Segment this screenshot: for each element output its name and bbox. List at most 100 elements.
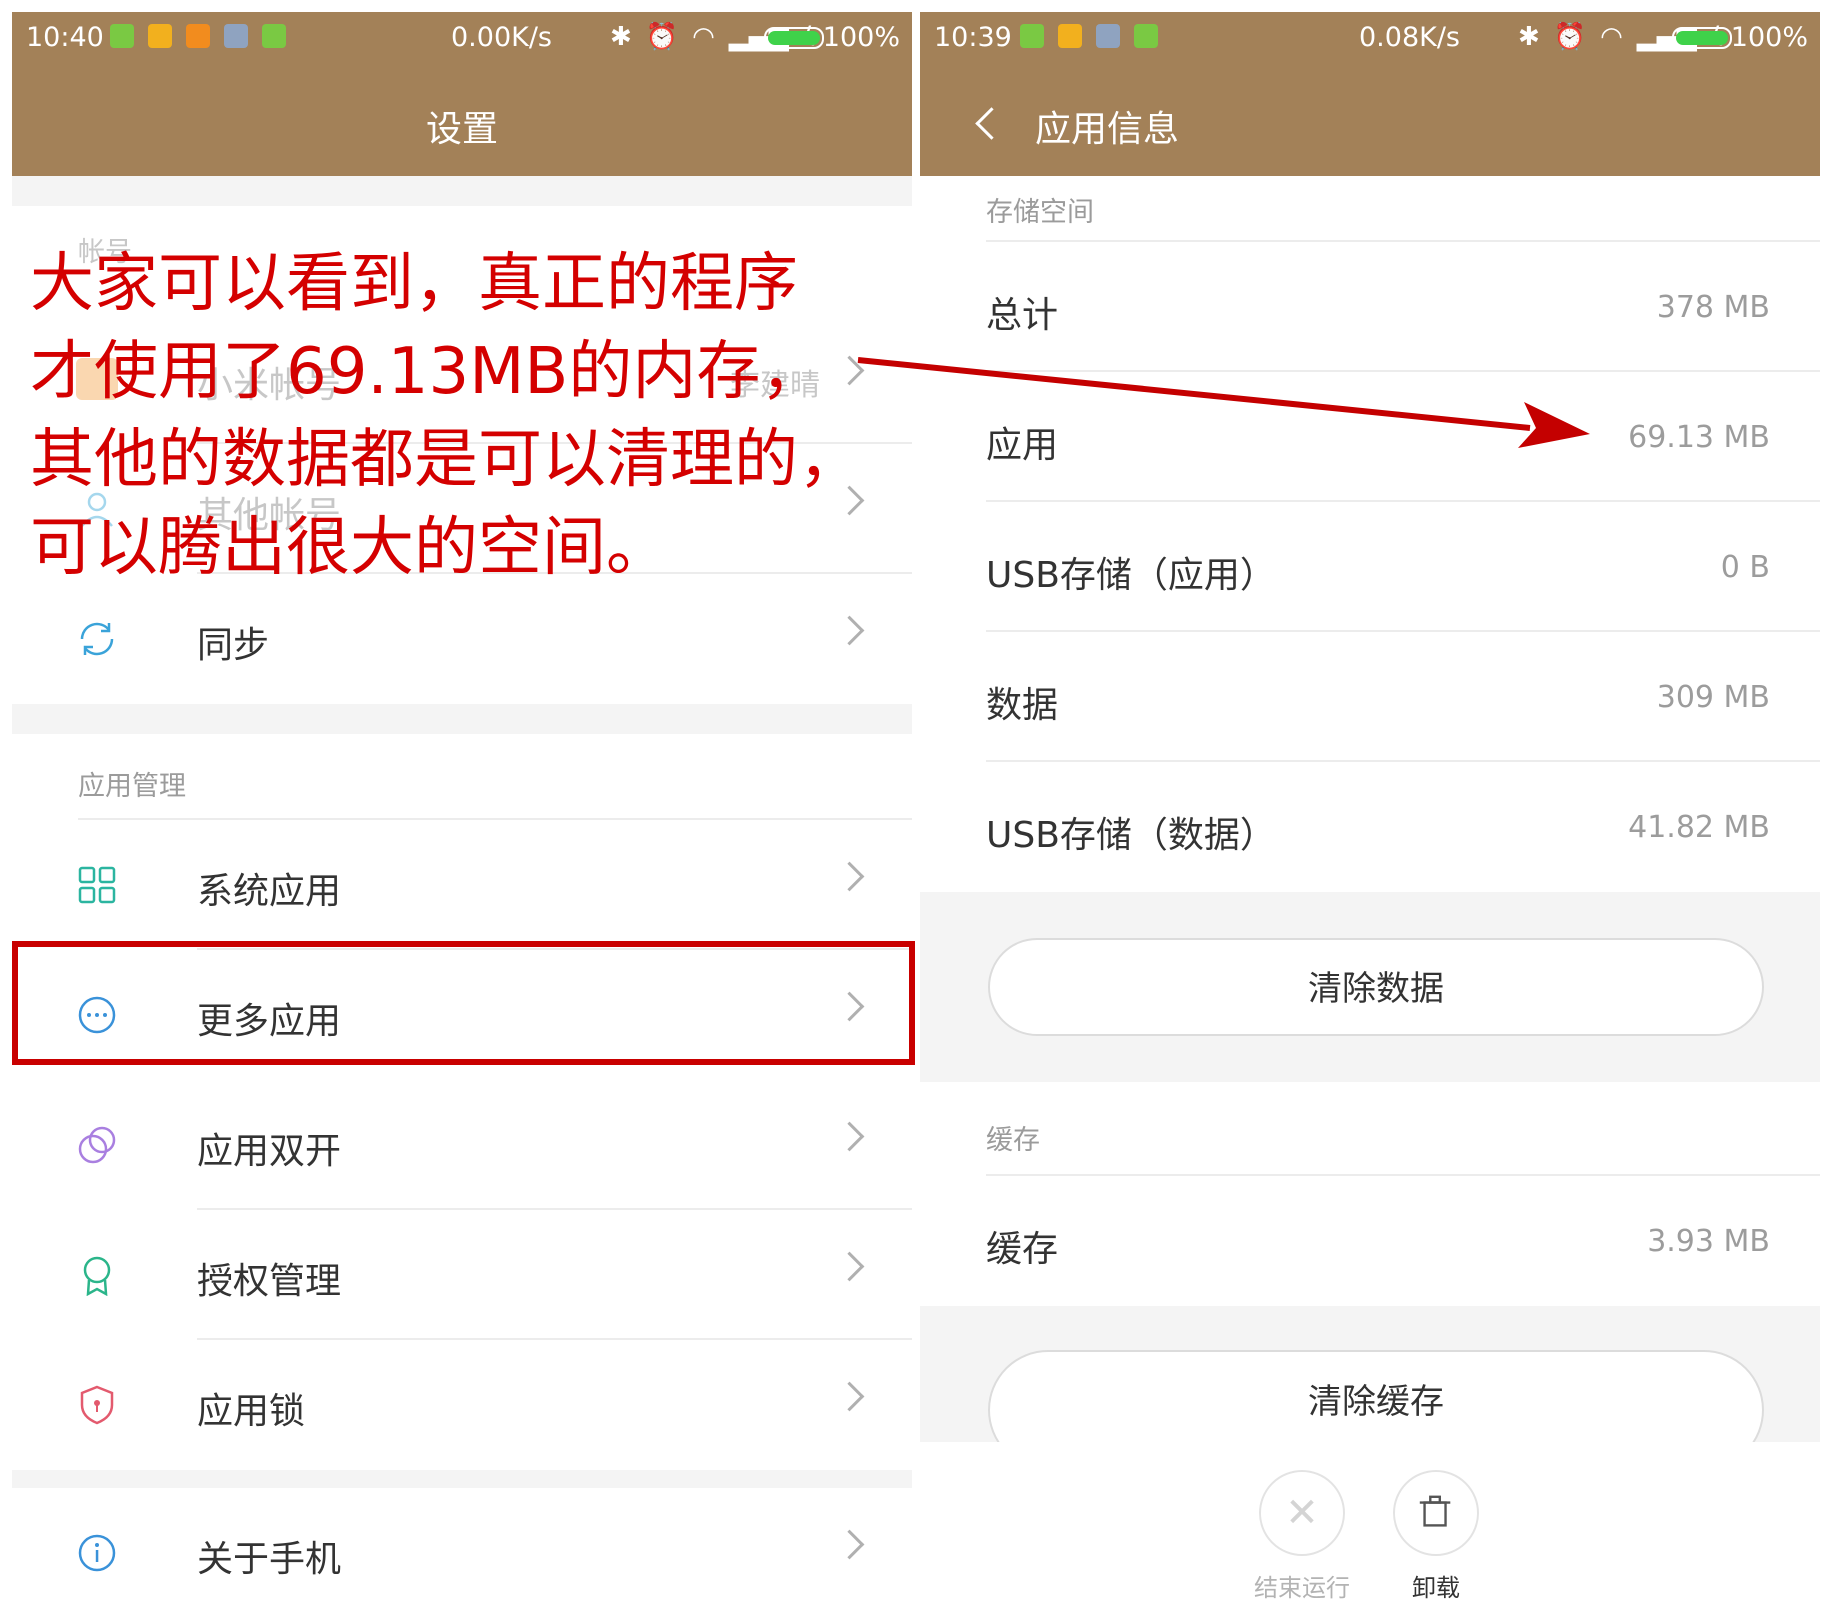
storage-value: 0 B (1720, 550, 1770, 585)
app-notification-icon (224, 24, 248, 48)
section-gap (12, 1470, 912, 1488)
badge-icon (83, 1256, 111, 1296)
storage-label: USB存储（应用） (986, 555, 1276, 596)
weibo-notification-icon (148, 24, 172, 48)
annotation-line: 可以腾出很大的空间。 (30, 511, 670, 585)
weibo-notification-icon (1058, 24, 1082, 48)
wifi-icon: ◠ (1600, 22, 1623, 52)
settings-item-sync[interactable]: 同步 (12, 574, 912, 704)
annotation-text: 大家可以看到，真正的程序 才使用了69.13MB的内存， 其他的数据都是可以清理… (30, 240, 910, 592)
storage-section-header: 存储空间 (920, 176, 1820, 242)
status-time: 10:39 (934, 22, 1012, 53)
settings-item-label: 同步 (197, 625, 270, 666)
settings-item-label: 授权管理 (197, 1261, 342, 1302)
storage-row-total: 总计 378 MB (920, 242, 1820, 372)
notification-icons (110, 24, 286, 48)
settings-item-label: 应用双开 (197, 1131, 342, 1172)
bluetooth-icon: ✱ (609, 22, 632, 52)
annotation-line: 大家可以看到，真正的程序 (30, 247, 798, 321)
storage-value: 41.82 MB (1628, 810, 1770, 845)
storage-value: 309 MB (1656, 680, 1770, 715)
storage-section-label: 存储空间 (986, 197, 1094, 228)
shield-icon (80, 1385, 114, 1425)
uninstall-button[interactable] (1393, 1470, 1479, 1556)
clear-cache-area: 清除缓存 (920, 1306, 1820, 1470)
cache-section-label: 缓存 (986, 1125, 1040, 1156)
alarm-icon: ⏰ (645, 22, 679, 52)
force-stop-label: 结束运行 (1254, 1574, 1350, 1602)
shield-notification-icon (110, 24, 134, 48)
shield-notification-icon (1020, 24, 1044, 48)
chevron-right-icon (834, 1251, 865, 1282)
dual-circle-icon (78, 1126, 116, 1164)
status-time: 10:40 (26, 22, 104, 53)
cache-row: 缓存 3.93 MB (920, 1176, 1820, 1306)
wifi-icon: ◠ (692, 22, 715, 52)
sync-icon (80, 622, 114, 656)
info-icon (78, 1534, 116, 1572)
section-gap (12, 176, 912, 206)
close-icon: ✕ (1285, 1490, 1319, 1536)
storage-value: 378 MB (1656, 290, 1770, 325)
storage-label: 数据 (986, 685, 1059, 726)
chevron-right-icon (834, 1529, 865, 1560)
bottom-action-bar: ✕ 结束运行 卸载 (920, 1442, 1820, 1612)
notification-icons (1020, 24, 1158, 48)
storage-label: USB存储（数据） (986, 815, 1276, 856)
section-gap (12, 704, 912, 734)
status-bar: 10:39 0.08K/s ✱ ⏰ ◠ ▂▄▆ ϟ 100% (920, 12, 1820, 62)
chevron-right-icon (834, 1121, 865, 1152)
status-bar: 10:40 0.00K/s ✱ ⏰ ◠ ▂▄▆ ϟ 100% (12, 12, 912, 62)
annotation-line: 才使用了69.13MB的内存， (30, 335, 825, 409)
bluetooth-icon: ✱ (1517, 22, 1540, 52)
battery-app-notification-icon (262, 24, 286, 48)
settings-item-app-lock[interactable]: 应用锁 (12, 1340, 912, 1470)
battery-percent: 100% (1730, 22, 1808, 53)
storage-row-usb-data: USB存储（数据） 41.82 MB (920, 762, 1820, 892)
uninstall-label: 卸载 (1412, 1574, 1460, 1602)
settings-item-label: 应用锁 (197, 1391, 306, 1432)
trash-icon (1419, 1495, 1451, 1527)
settings-item-label: 关于手机 (197, 1539, 342, 1580)
title-bar: 应用信息 (920, 62, 1820, 176)
force-stop-button[interactable]: ✕ (1259, 1470, 1345, 1556)
grid-icon (78, 866, 116, 904)
cache-value: 3.93 MB (1647, 1224, 1770, 1259)
apps-section-header: 应用管理 (12, 734, 912, 820)
settings-item-permissions[interactable]: 授权管理 (12, 1210, 912, 1340)
battery-icon (1672, 27, 1732, 49)
storage-row-data: 数据 309 MB (920, 632, 1820, 762)
chevron-right-icon (834, 861, 865, 892)
storage-row-usb-app: USB存储（应用） 0 B (920, 502, 1820, 632)
app-info-screen: 10:39 0.08K/s ✱ ⏰ ◠ ▂▄▆ ϟ 100% 应用信息 存储空间… (920, 12, 1820, 1612)
app-notification-icon (1096, 24, 1120, 48)
uc-notification-icon (186, 24, 210, 48)
storage-label: 应用 (986, 425, 1059, 466)
page-title: 设置 (425, 109, 498, 150)
storage-row-app: 应用 69.13 MB (920, 372, 1820, 502)
chevron-right-icon (834, 1381, 865, 1412)
clear-cache-label: 清除缓存 (1308, 1382, 1444, 1422)
network-speed: 0.08K/s (1359, 22, 1460, 53)
storage-value: 69.13 MB (1628, 420, 1770, 455)
battery-percent: 100% (822, 22, 900, 53)
settings-item-label: 系统应用 (197, 871, 342, 912)
page-title: 应用信息 (1035, 109, 1180, 150)
battery-icon (764, 27, 824, 49)
cache-label: 缓存 (986, 1229, 1059, 1270)
settings-item-about-phone[interactable]: 关于手机 (12, 1488, 912, 1612)
settings-item-system-apps[interactable]: 系统应用 (12, 820, 912, 950)
apps-section-label: 应用管理 (78, 771, 186, 802)
title-bar: 设置 (12, 62, 912, 176)
back-arrow-icon[interactable] (975, 107, 1008, 140)
battery-app-notification-icon (1134, 24, 1158, 48)
clear-data-button[interactable]: 清除数据 (988, 938, 1764, 1036)
settings-item-dual-apps[interactable]: 应用双开 (12, 1080, 912, 1210)
network-speed: 0.00K/s (451, 22, 552, 53)
annotation-line: 其他的数据都是可以清理的， (30, 423, 862, 497)
clear-data-area: 清除数据 (920, 892, 1820, 1082)
storage-label: 总计 (986, 295, 1059, 336)
alarm-icon: ⏰ (1553, 22, 1587, 52)
chevron-right-icon (834, 615, 865, 646)
cache-section-header: 缓存 (920, 1082, 1820, 1176)
